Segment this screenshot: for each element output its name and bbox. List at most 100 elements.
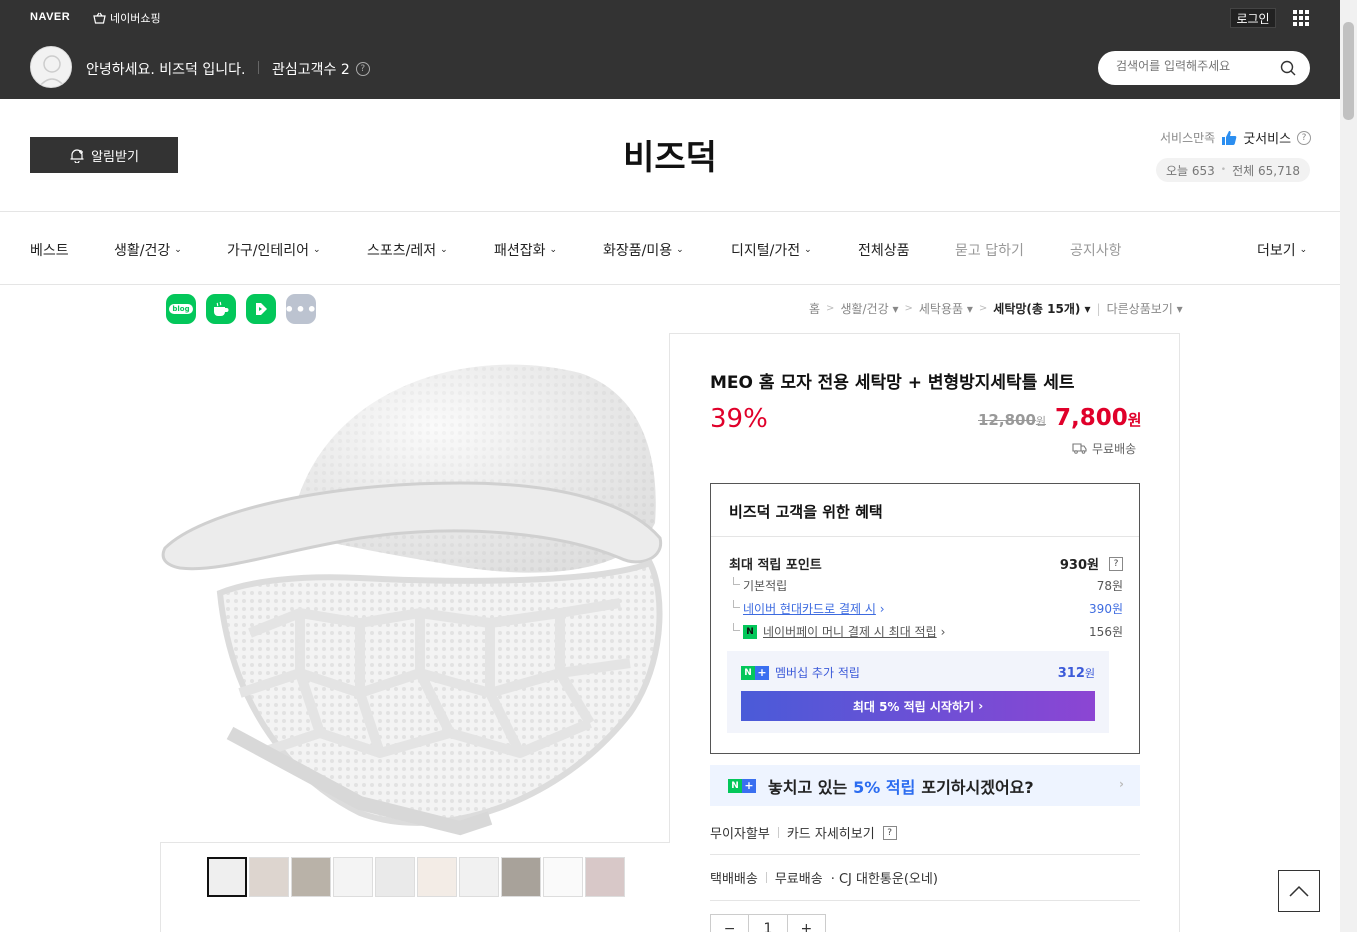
notify-button[interactable]: 알림받기: [30, 137, 178, 173]
quantity-minus-button[interactable]: −: [711, 915, 750, 932]
share-band-icon[interactable]: [246, 294, 276, 324]
help-icon[interactable]: ?: [882, 825, 897, 840]
chevron-up-icon: [1289, 885, 1309, 897]
payment-row: 무이자할부 카드 자세히보기 ?: [710, 823, 897, 842]
share-blog-icon[interactable]: blog: [166, 294, 196, 324]
thumbnail[interactable]: [249, 857, 289, 897]
thumbnail[interactable]: [207, 857, 247, 897]
naver-logo[interactable]: NAVER: [30, 11, 70, 23]
today-visits: 오늘 653: [1165, 163, 1215, 178]
thumbnail[interactable]: [417, 857, 457, 897]
login-button[interactable]: 로그인: [1230, 8, 1276, 28]
avatar: [30, 46, 72, 88]
nav-item-cosmetics[interactable]: 화장품/미용 ⌄: [603, 240, 684, 260]
naver-shopping-label: 네이버쇼핑: [110, 12, 161, 25]
share-cafe-icon[interactable]: [206, 294, 236, 324]
visits-dot: •: [1220, 165, 1227, 175]
npay-point-row: N 네이버페이 머니 결제 시 최대 적립 › 156원: [729, 623, 1123, 640]
divider: [765, 872, 767, 883]
card-detail-link[interactable]: 카드 자세히보기: [787, 823, 875, 842]
nav-item-all-products[interactable]: 전체상품: [858, 240, 910, 260]
membership-banner[interactable]: N + 놓치고 있는 5% 적립 포기하시겠어요? ›: [710, 765, 1140, 806]
nav-item-digital[interactable]: 디지털/가전 ⌄: [731, 240, 812, 260]
store-title[interactable]: 비즈덕: [560, 130, 780, 179]
benefit-title: 비즈덕 고객을 위한 혜택: [729, 503, 883, 521]
service-label: 서비스만족: [1160, 131, 1216, 145]
other-products-link[interactable]: 다른상품보기 ▾: [1107, 300, 1183, 317]
npay-icon: N: [743, 624, 757, 639]
naver-shopping-link[interactable]: 네이버쇼핑: [93, 10, 161, 26]
nav-item-living-health[interactable]: 생활/건강 ⌄: [114, 240, 182, 260]
thumbnail[interactable]: [291, 857, 331, 897]
help-icon[interactable]: ?: [1109, 556, 1123, 571]
scroll-top-button[interactable]: [1278, 870, 1320, 912]
search-input[interactable]: [1116, 59, 1266, 73]
divider: [777, 827, 779, 838]
nav-item-notice[interactable]: 공지사항: [1070, 240, 1122, 260]
thumbs-up-icon: [1222, 130, 1237, 145]
category-nav: 베스트 생활/건강 ⌄ 가구/인테리어 ⌄ 스포츠/레저 ⌄ 패션잡화 ⌄ 화장품/미용…: [0, 211, 1340, 285]
divider: [710, 854, 1140, 855]
thumbnail[interactable]: [375, 857, 415, 897]
nav-item-sports[interactable]: 스포츠/레저 ⌄: [367, 240, 448, 260]
scrollbar-thumb[interactable]: [1343, 22, 1354, 120]
thumbnail[interactable]: [585, 857, 625, 897]
cap-laundry-net-image: [161, 364, 663, 836]
breadcrumb-laundry-net[interactable]: 세탁망(총 15개) ▾: [993, 300, 1090, 317]
npay-point-link[interactable]: 네이버페이 머니 결제 시 최대 적립: [763, 623, 937, 640]
chevron-right-icon: ›: [1119, 777, 1124, 791]
installment-label: 무이자할부: [710, 827, 770, 842]
shipping-info: 무료배송: [1072, 440, 1136, 457]
chevron-down-icon: ⌄: [676, 245, 684, 255]
help-icon[interactable]: ?: [1297, 130, 1312, 145]
scrollbar[interactable]: [1340, 0, 1357, 932]
card-point-value: 390원: [1089, 602, 1123, 616]
membership-box: N + 멤버십 추가 적립 312원 최대 5% 적립 시작하기 ›: [727, 651, 1109, 733]
npay-point-value: 156원: [1089, 625, 1123, 639]
nav-item-more[interactable]: 더보기 ⌄: [1257, 240, 1307, 260]
membership-value: 312원: [1057, 665, 1095, 681]
notify-label: 알림받기: [91, 149, 139, 165]
quantity-value[interactable]: 1: [749, 915, 788, 932]
thumbnail[interactable]: [333, 857, 373, 897]
top-bar: NAVER 네이버쇼핑 로그인 안녕하세요. 비즈덕 입니다. 관심고객수 2 …: [0, 0, 1340, 99]
thumbnail[interactable]: [459, 857, 499, 897]
sale-price: 7,800원: [1055, 405, 1142, 431]
nav-item-fashion[interactable]: 패션잡화 ⌄: [494, 240, 557, 260]
breadcrumb-living-health[interactable]: 생활/건강 ▾: [840, 300, 898, 317]
nav-item-best[interactable]: 베스트: [30, 240, 69, 260]
breadcrumb-sep: >: [826, 303, 835, 314]
bell-plus-icon: [70, 148, 84, 163]
naver-plus-badge-icon: N +: [728, 778, 756, 793]
benefit-box: 비즈덕 고객을 위한 혜택 최대 적립 포인트 930원? 기본적립 78원 네…: [710, 483, 1140, 754]
thumbnail[interactable]: [501, 857, 541, 897]
membership-row: N + 멤버십 추가 적립 312원: [741, 664, 1095, 681]
total-visits: 전체 65,718: [1232, 163, 1300, 178]
membership-start-button[interactable]: 최대 5% 적립 시작하기 ›: [741, 691, 1095, 721]
apps-grid-icon[interactable]: [1293, 10, 1309, 26]
greeting-text: 안녕하세요. 비즈덕 입니다.: [86, 62, 246, 78]
shipping-label: 무료배송: [1092, 442, 1137, 456]
divider: [258, 61, 259, 74]
basic-point-value: 78원: [1096, 579, 1123, 593]
quantity-plus-button[interactable]: +: [788, 915, 825, 932]
basic-point-row: 기본적립 78원: [729, 577, 1123, 594]
thumbnail[interactable]: [543, 857, 583, 897]
nav-item-qna[interactable]: 묻고 답하기: [955, 240, 1024, 260]
help-icon[interactable]: ?: [355, 62, 370, 76]
product-main-image[interactable]: [160, 333, 670, 843]
product-title: MEO 홈 모자 전용 세탁망 + 변형방지세탁틀 세트: [710, 373, 1075, 393]
naver-plus-badge-icon: N +: [741, 665, 769, 680]
breadcrumb-sep: >: [978, 303, 988, 314]
truck-icon: [1072, 443, 1087, 454]
card-point-link[interactable]: 네이버 현대카드로 결제 시: [743, 602, 876, 616]
nav-item-furniture[interactable]: 가구/인테리어 ⌄: [227, 240, 321, 260]
membership-label: 멤버십 추가 적립: [775, 666, 860, 680]
breadcrumb-laundry[interactable]: 세탁용품 ▾: [919, 300, 973, 317]
service-grade: 굿서비스: [1243, 132, 1292, 147]
search-icon[interactable]: [1280, 60, 1296, 76]
chevron-down-icon: ⌄: [804, 245, 812, 255]
search-box: [1098, 51, 1310, 85]
share-more-icon[interactable]: •••: [284, 294, 317, 324]
breadcrumb-home[interactable]: 홈: [809, 300, 820, 317]
